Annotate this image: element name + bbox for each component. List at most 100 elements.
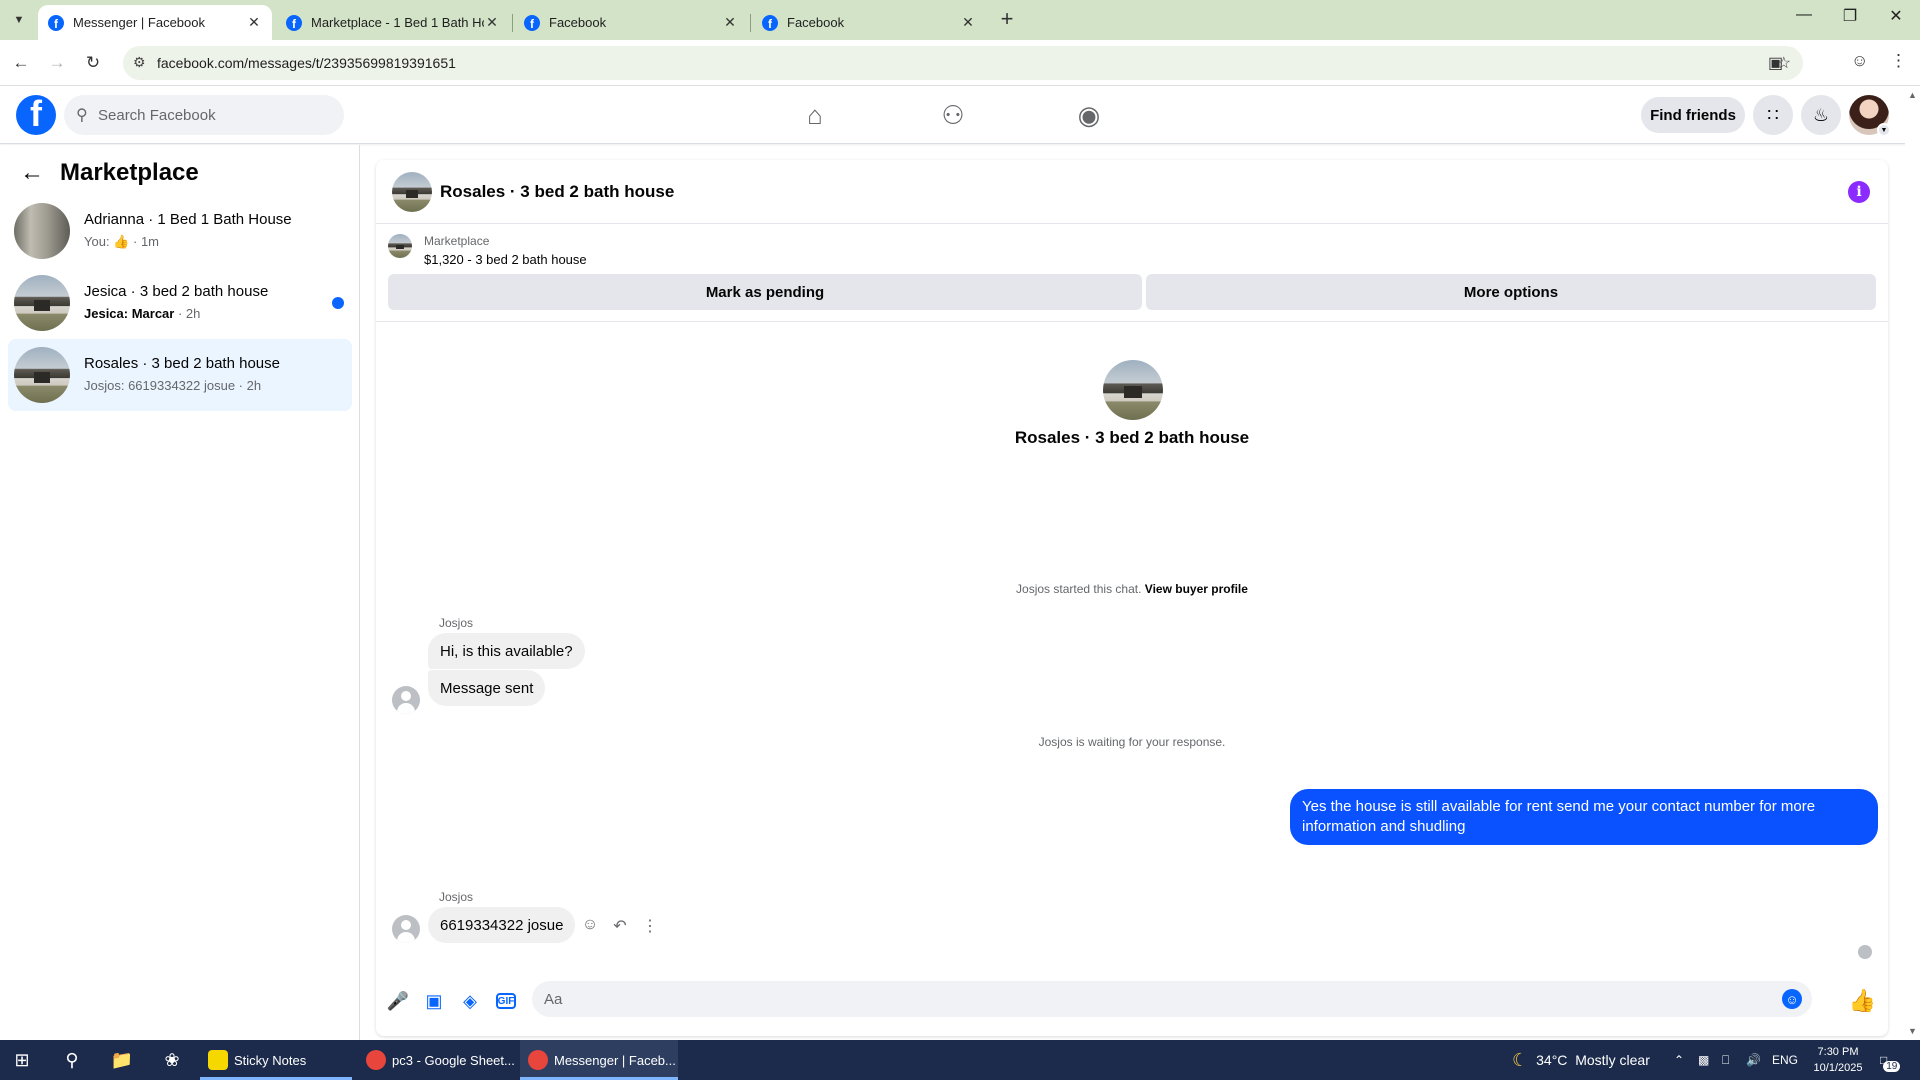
back-icon[interactable]: ← xyxy=(8,50,34,76)
tab-facebook-2[interactable]: f Facebook ✕ xyxy=(752,5,986,40)
new-tab-icon[interactable]: + xyxy=(995,6,1019,32)
restore-icon[interactable]: ❐ xyxy=(1835,6,1865,26)
more-actions-icon[interactable]: ⋮ xyxy=(638,916,662,936)
listing-thumbnail[interactable] xyxy=(388,234,412,258)
browser-tab-bar: ▼ f Messenger | Facebook ✕ f Marketplace… xyxy=(0,0,1920,40)
taskbar-app-google-sheets[interactable]: pc3 - Google Sheet... xyxy=(358,1040,518,1080)
scroll-down-icon[interactable]: ▼ xyxy=(1908,1026,1917,1036)
omnibox[interactable]: ⚙ facebook.com/messages/t/23935699819391… xyxy=(123,46,1803,80)
facebook-logo-icon[interactable]: f xyxy=(16,95,56,135)
conversation-name: Adrianna · 1 Bed 1 Bath House xyxy=(84,211,292,228)
taskbar-app-messenger[interactable]: Messenger | Faceb... xyxy=(520,1040,678,1080)
tab-title: Facebook xyxy=(787,15,845,30)
gif-icon[interactable]: GIF xyxy=(496,993,516,1009)
weather-widget[interactable]: ☾ 34°C Mostly clear xyxy=(1512,1040,1650,1080)
microphone-icon[interactable]: 🎤 xyxy=(386,989,410,1013)
conversation-snippet: You: 👍 · 1m xyxy=(84,234,159,249)
windows-start-icon[interactable]: ⊞ xyxy=(10,1048,34,1072)
find-friends-button[interactable]: Find friends xyxy=(1641,97,1745,133)
reload-icon[interactable]: ↻ xyxy=(80,50,106,76)
sender-avatar[interactable] xyxy=(392,915,420,943)
tab-title: Messenger | Facebook xyxy=(73,15,205,30)
network-icon[interactable]: ⎕ xyxy=(1722,1040,1729,1080)
view-buyer-profile-link[interactable]: View buyer profile xyxy=(1145,582,1248,596)
notification-count-badge: 19 xyxy=(1883,1060,1901,1072)
mark-as-pending-button[interactable]: Mark as pending xyxy=(388,274,1142,310)
minimize-icon[interactable]: — xyxy=(1789,6,1819,24)
chat-thumbnail[interactable] xyxy=(392,172,432,212)
close-tab-icon[interactable]: ✕ xyxy=(722,14,738,31)
chrome-menu-icon[interactable]: ⋮ xyxy=(1890,51,1907,71)
outgoing-message[interactable]: Yes the house is still available for ren… xyxy=(1290,789,1878,845)
conversation-snippet: Jesica: Marcar · 2h xyxy=(84,306,201,321)
listing-thumbnail xyxy=(14,203,70,259)
incoming-message[interactable]: Message sent xyxy=(428,670,546,706)
sidebar-title: Marketplace xyxy=(60,159,199,186)
account-avatar[interactable]: ▼ xyxy=(1849,95,1891,137)
more-options-button[interactable]: More options xyxy=(1146,274,1876,310)
facebook-favicon-icon: f xyxy=(524,14,540,31)
search-icon[interactable]: ⚲ xyxy=(60,1048,84,1072)
facebook-search[interactable]: ⚲ xyxy=(64,95,344,135)
menu-grid-icon[interactable]: ∷ xyxy=(1753,95,1793,135)
sticker-icon[interactable]: ◈ xyxy=(458,989,482,1013)
forward-icon[interactable]: → xyxy=(44,50,70,76)
bookmark-star-icon[interactable]: ☆ xyxy=(1777,53,1791,73)
tab-marketplace[interactable]: f Marketplace - 1 Bed 1 Bath Ho ✕ xyxy=(276,5,510,40)
listing-price[interactable]: $1,320 - 3 bed 2 bath house xyxy=(424,252,587,267)
message-input-wrap[interactable]: ☺ xyxy=(532,981,1812,1017)
notification-center[interactable]: □ 19 xyxy=(1880,1040,1901,1080)
volume-icon[interactable]: 🔊 xyxy=(1746,1040,1761,1080)
conversation-jesica[interactable]: Jesica · 3 bed 2 bath house Jesica: Marc… xyxy=(8,267,352,339)
close-tab-icon[interactable]: ✕ xyxy=(246,14,262,31)
site-info-icon[interactable]: ⚙ xyxy=(133,54,146,71)
conversation-rosales[interactable]: Rosales · 3 bed 2 bath house Josjos: 661… xyxy=(8,339,352,411)
chat-title[interactable]: Rosales · 3 bed 2 bath house xyxy=(440,182,674,202)
message-input[interactable] xyxy=(544,981,1764,1017)
clock[interactable]: 7:30 PM 10/1/2025 xyxy=(1798,1044,1878,1076)
incoming-message[interactable]: 6619334322 josue xyxy=(428,907,576,943)
url-text[interactable]: facebook.com/messages/t/2393569981939165… xyxy=(157,55,456,71)
groups-icon[interactable]: ◉ xyxy=(1069,99,1109,131)
info-icon[interactable]: i xyxy=(1848,181,1870,203)
thumbs-up-icon: 👍 xyxy=(113,234,130,249)
conversation-name: Jesica · 3 bed 2 bath house xyxy=(84,283,269,300)
reply-icon[interactable]: ↶ xyxy=(608,916,632,936)
scroll-up-icon[interactable]: ▲ xyxy=(1908,90,1917,100)
listing-label: Marketplace xyxy=(424,234,490,248)
close-window-icon[interactable]: ✕ xyxy=(1881,6,1911,26)
clock-time: 7:30 PM xyxy=(1817,1046,1859,1058)
moon-cloud-icon: ☾ xyxy=(1512,1049,1529,1070)
emoji-icon[interactable]: ☺ xyxy=(1782,989,1802,1009)
tab-search-chevron-icon[interactable]: ▼ xyxy=(8,9,30,31)
thumbs-up-send-icon[interactable]: 👍 xyxy=(1849,988,1876,1014)
meet-now-icon[interactable]: ▩ xyxy=(1698,1040,1709,1080)
search-input[interactable] xyxy=(98,95,338,135)
tab-facebook-1[interactable]: f Facebook ✕ xyxy=(514,5,748,40)
friends-icon[interactable]: ⚇ xyxy=(933,99,973,131)
page-scrollbar[interactable]: ▲ ▼ xyxy=(1905,88,1920,1038)
tray-chevron-up-icon[interactable]: ⌃ xyxy=(1674,1040,1684,1080)
sidebar-header: ← Marketplace xyxy=(20,159,199,187)
home-icon[interactable]: ⌂ xyxy=(795,99,835,131)
language-indicator[interactable]: ENG xyxy=(1772,1040,1798,1080)
close-tab-icon[interactable]: ✕ xyxy=(484,14,500,31)
file-explorer-icon[interactable]: 📁 xyxy=(110,1048,134,1072)
profile-icon[interactable]: ☺ xyxy=(1851,51,1868,71)
address-bar-row: ← → ↻ ⚙ facebook.com/messages/t/23935699… xyxy=(0,40,1920,86)
photo-icon[interactable]: ▣ xyxy=(422,989,446,1013)
conversation-adrianna[interactable]: Adrianna · 1 Bed 1 Bath House You: 👍 · 1… xyxy=(8,195,352,267)
tab-messenger[interactable]: f Messenger | Facebook ✕ xyxy=(38,5,272,40)
taskbar-app-sticky-notes[interactable]: Sticky Notes xyxy=(200,1040,352,1080)
back-arrow-icon[interactable]: ← xyxy=(20,159,44,187)
paint-icon[interactable]: ❀ xyxy=(160,1048,184,1072)
incoming-message[interactable]: Hi, is this available? xyxy=(428,633,585,669)
close-tab-icon[interactable]: ✕ xyxy=(960,14,976,31)
notifications-bell-icon[interactable]: ♨ xyxy=(1801,95,1841,135)
taskbar-app-label: pc3 - Google Sheet... xyxy=(392,1052,515,1068)
sender-avatar[interactable] xyxy=(392,686,420,714)
react-icon[interactable]: ☺ xyxy=(578,916,602,934)
facebook-favicon-icon: f xyxy=(286,14,302,31)
clock-date: 10/1/2025 xyxy=(1813,1062,1863,1074)
chrome-icon xyxy=(528,1050,548,1070)
